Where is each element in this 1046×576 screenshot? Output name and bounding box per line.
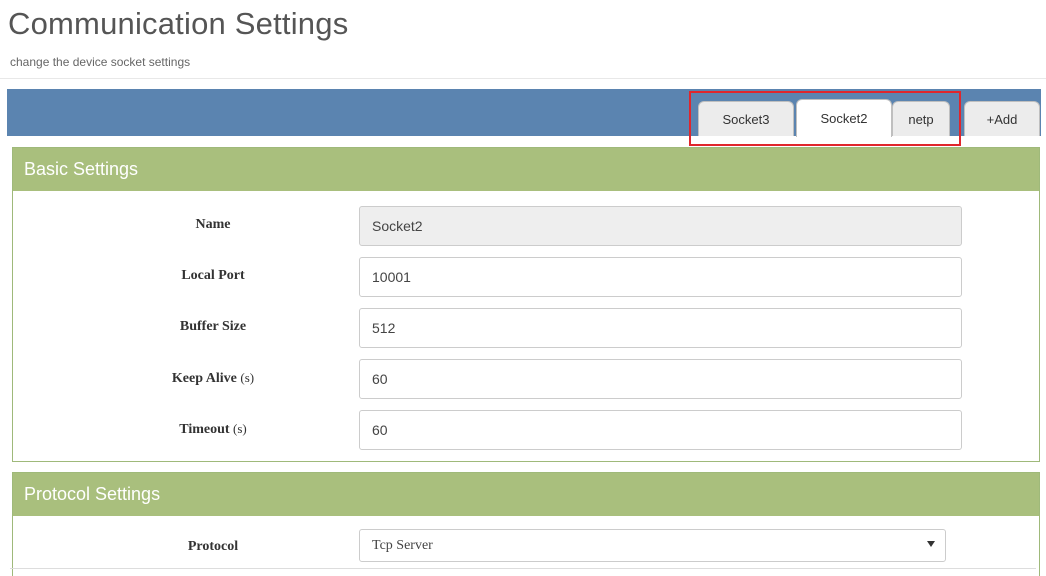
- tab-socket2[interactable]: Socket2: [796, 99, 892, 137]
- timeout-row: Timeout (s): [13, 410, 1039, 450]
- buffer-size-label: Buffer Size: [179, 319, 247, 334]
- protocol-select-value: Tcp Server: [372, 537, 433, 553]
- protocol-settings-panel: Protocol Settings Protocol Tcp Server: [12, 472, 1040, 576]
- local-port-field[interactable]: [359, 257, 962, 297]
- protocol-row: Protocol Tcp Server: [13, 529, 1039, 569]
- basic-settings-panel: Basic Settings Name Local Port Buffer Si…: [12, 147, 1040, 462]
- chevron-down-icon: [927, 541, 935, 547]
- timeout-field[interactable]: [359, 410, 962, 450]
- basic-settings-heading: Basic Settings: [13, 148, 1039, 191]
- name-label: Name: [195, 217, 231, 232]
- divider: [10, 568, 1036, 569]
- page-subtitle: change the device socket settings: [10, 55, 191, 69]
- keep-alive-label: Keep Alive (s): [171, 370, 255, 386]
- title-divider: [0, 78, 1046, 79]
- buffer-size-row: Buffer Size: [13, 308, 1039, 348]
- tab-netp[interactable]: netp: [892, 101, 950, 136]
- tab-add[interactable]: +Add: [964, 101, 1040, 136]
- local-port-row: Local Port: [13, 257, 1039, 297]
- protocol-settings-heading: Protocol Settings: [13, 473, 1039, 516]
- local-port-label: Local Port: [181, 268, 245, 283]
- timeout-label: Timeout (s): [179, 421, 247, 437]
- buffer-size-field[interactable]: [359, 308, 962, 348]
- keep-alive-row: Keep Alive (s): [13, 359, 1039, 399]
- name-field[interactable]: [359, 206, 962, 246]
- page-title: Communication Settings: [8, 6, 349, 41]
- protocol-select[interactable]: Tcp Server: [359, 529, 946, 562]
- protocol-label: Protocol: [187, 539, 239, 554]
- name-row: Name: [13, 206, 1039, 246]
- keep-alive-field[interactable]: [359, 359, 962, 399]
- tab-socket3[interactable]: Socket3: [698, 101, 794, 136]
